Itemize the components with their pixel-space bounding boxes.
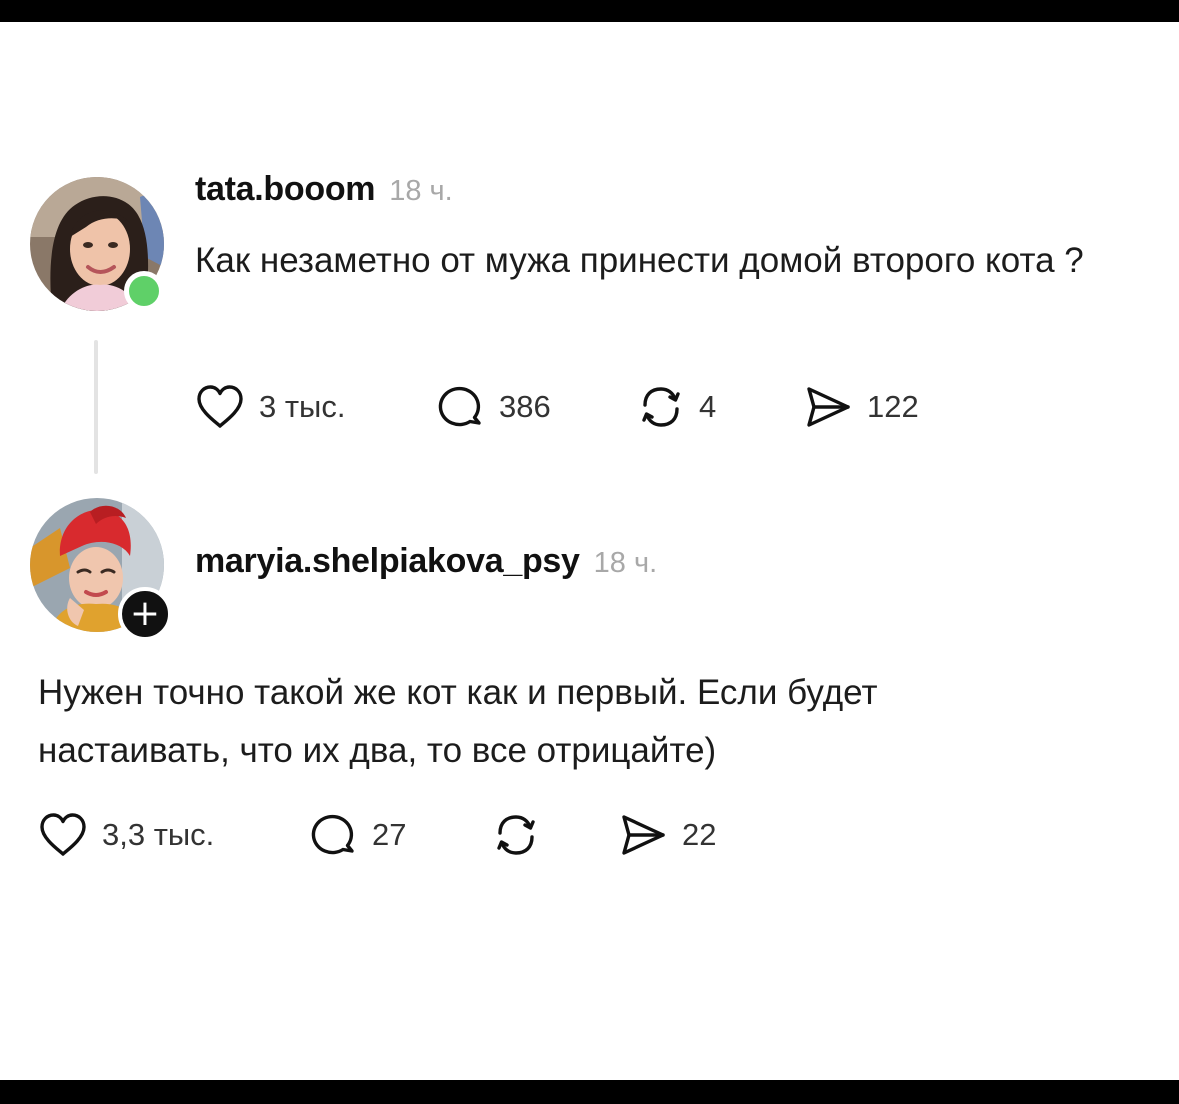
reply-comment-button[interactable]: 27: [310, 810, 406, 860]
repost-icon: [642, 387, 680, 427]
thread-connector-line: [94, 340, 98, 474]
comment-bubble-icon: [311, 814, 354, 855]
post-repost-count: 4: [699, 389, 717, 424]
follow-plus-icon: +: [129, 593, 161, 634]
post-share-button[interactable]: 122: [803, 382, 919, 432]
reply-share-button[interactable]: 22: [618, 810, 716, 860]
top-black-bar: [0, 0, 1179, 22]
post-repost-button[interactable]: 4: [637, 382, 716, 432]
reply-like-button[interactable]: 3,3 тыс.: [38, 810, 214, 860]
reply-like-count: 3,3 тыс.: [102, 817, 215, 852]
share-send-icon: [622, 815, 665, 855]
post-actions: 3 тыс. 386 4 122: [195, 382, 955, 432]
comment-bubble-icon: [438, 386, 481, 427]
post-like-count: 3 тыс.: [259, 389, 346, 424]
reply-share-count: 22: [682, 817, 717, 852]
reply-repost-button[interactable]: [492, 810, 540, 860]
online-status-indicator: [124, 271, 164, 311]
post-comment-button[interactable]: 386: [437, 382, 551, 432]
repost-icon: [497, 815, 535, 855]
reply-actions: 3,3 тыс. 27 22: [38, 810, 758, 860]
share-send-icon: [807, 387, 850, 427]
heart-icon: [40, 813, 86, 856]
heart-icon: [197, 385, 243, 428]
bottom-black-bar: [0, 1080, 1179, 1104]
post-timestamp: 18 ч.: [389, 175, 453, 207]
post-share-count: 122: [867, 389, 919, 424]
reply-header: maryia.shelpiakova_psy 18 ч.: [195, 542, 657, 581]
post-comment-count: 386: [499, 389, 551, 424]
post-text: Как незаметно от мужа принести домой вто…: [195, 241, 1084, 280]
reply-username[interactable]: maryia.shelpiakova_psy: [195, 542, 580, 581]
reply-comment-count: 27: [372, 817, 407, 852]
reply-text: Нужен точно такой же кот как и первый. Е…: [38, 673, 878, 770]
follow-plus-button[interactable]: +: [118, 587, 172, 641]
reply-timestamp: 18 ч.: [593, 547, 658, 579]
post-username[interactable]: tata.booom: [195, 170, 376, 209]
post-header: tata.booom 18 ч.: [195, 170, 453, 209]
post-like-button[interactable]: 3 тыс.: [195, 382, 345, 432]
